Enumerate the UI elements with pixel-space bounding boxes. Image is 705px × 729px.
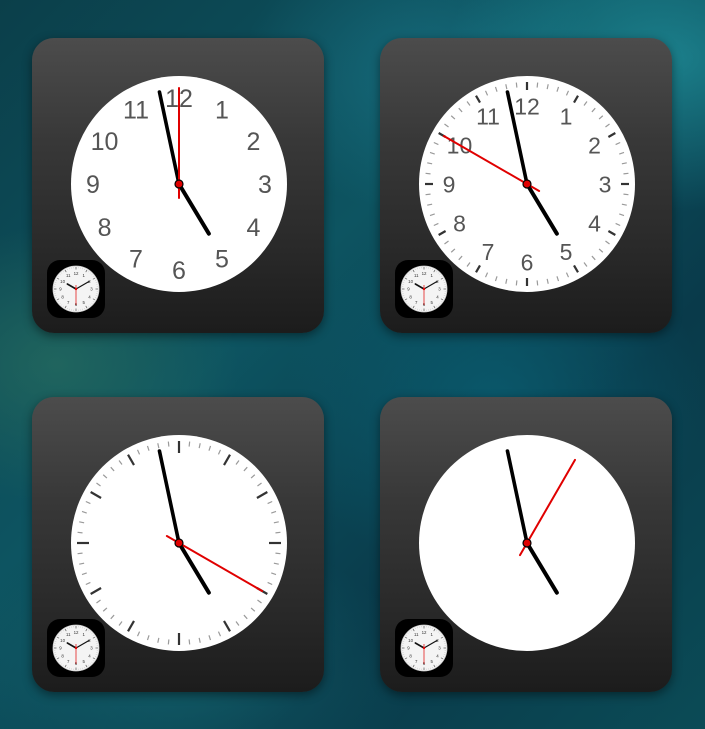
icon-numeral: 11: [66, 273, 71, 278]
clock-numeral: 7: [482, 239, 495, 265]
clock-numeral: 1: [560, 104, 573, 130]
minute-tick: [515, 280, 518, 286]
clock-icon: 121234567891011: [52, 265, 100, 313]
minute-tick: [167, 441, 170, 447]
minute-tick: [536, 82, 539, 88]
icon-center-pin: [422, 646, 426, 650]
clock-face: [419, 435, 635, 651]
clock-numeral: 12: [514, 93, 540, 119]
clock-numeral: 8: [453, 210, 466, 236]
clock-numeral: 10: [91, 128, 119, 156]
clock-numeral: 4: [247, 214, 261, 242]
clock-numeral: 4: [588, 210, 601, 236]
clock-app-icon[interactable]: 121234567891011: [395, 619, 453, 677]
icon-numeral: 10: [60, 279, 65, 284]
icon-numeral: 12: [74, 271, 79, 276]
clock-numeral: 5: [560, 239, 573, 265]
icon-numeral: 11: [414, 632, 419, 637]
minute-tick: [77, 552, 83, 555]
clock-face: [71, 435, 287, 651]
clock-numeral: 9: [86, 171, 100, 199]
minute-tick: [425, 172, 431, 175]
clock-face: 12 12 3 45 6 78 9 1011: [71, 76, 287, 292]
clock-widget-numerals-ticks[interactable]: 121234567891011 121234567891011: [380, 38, 672, 333]
minute-tick: [425, 193, 431, 196]
clock-numeral: 6: [172, 257, 186, 285]
clock-numeral: 11: [476, 104, 500, 130]
minute-tick: [536, 280, 539, 286]
clock-numeral: 5: [215, 245, 229, 273]
icon-numeral: 10: [408, 279, 413, 284]
icon-numeral: 12: [422, 630, 427, 635]
icon-center-pin: [74, 287, 78, 291]
clock-numeral: 7: [129, 245, 143, 273]
icon-numeral: 12: [422, 271, 427, 276]
center-pin: [522, 538, 532, 548]
clock-face: 121234567891011: [419, 76, 635, 292]
center-pin: [174, 538, 184, 548]
clock-numeral: 3: [599, 171, 612, 197]
icon-numeral: 12: [74, 630, 79, 635]
clock-numeral: 2: [247, 128, 261, 156]
minute-tick: [188, 441, 191, 447]
clock-numeral: 3: [258, 171, 272, 199]
minute-tick: [275, 552, 281, 555]
clock-numeral: 8: [98, 214, 112, 242]
center-pin: [174, 179, 184, 189]
clock-widget-numerals[interactable]: 121234567891011 121234567891011: [32, 38, 324, 333]
clock-numeral: 1: [215, 97, 229, 125]
clock-icon: 121234567891011: [400, 624, 448, 672]
clock-numeral: 6: [521, 249, 534, 275]
icon-center-pin: [74, 646, 78, 650]
minute-tick: [188, 639, 191, 645]
clock-numeral: 9: [443, 171, 456, 197]
clock-numeral: 2: [588, 132, 601, 158]
clock-app-icon[interactable]: 121234567891011: [47, 260, 105, 318]
icon-numeral: 11: [66, 632, 71, 637]
minute-tick: [515, 82, 518, 88]
clock-widget-plain[interactable]: 121234567891011: [380, 397, 672, 692]
clock-app-icon[interactable]: 121234567891011: [47, 619, 105, 677]
clock-icon: 121234567891011: [52, 624, 100, 672]
minute-tick: [77, 531, 83, 534]
minute-tick: [275, 531, 281, 534]
icon-numeral: 11: [414, 273, 419, 278]
icon-center-pin: [422, 287, 426, 291]
clock-widget-ticks[interactable]: 121234567891011: [32, 397, 324, 692]
icon-numeral: 10: [408, 638, 413, 643]
minute-tick: [623, 172, 629, 175]
minute-tick: [167, 639, 170, 645]
clock-app-icon[interactable]: 121234567891011: [395, 260, 453, 318]
clock-icon: 121234567891011: [400, 265, 448, 313]
icon-numeral: 10: [60, 638, 65, 643]
minute-tick: [623, 193, 629, 196]
center-pin: [522, 179, 532, 189]
clock-numeral: 11: [123, 97, 149, 125]
